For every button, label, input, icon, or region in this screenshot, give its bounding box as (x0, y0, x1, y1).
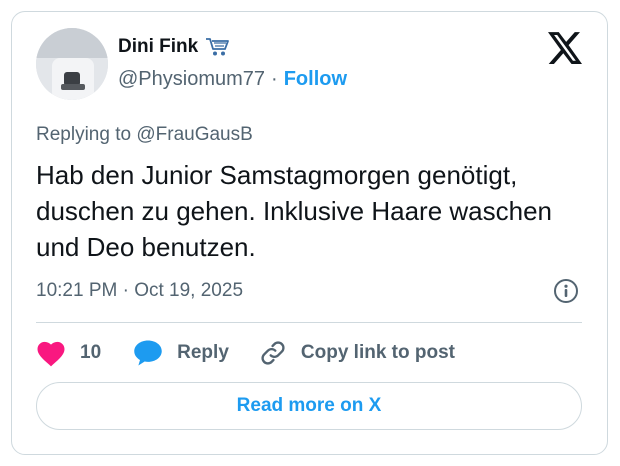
reply-context-prefix: Replying to (36, 124, 132, 145)
link-icon (261, 341, 285, 365)
read-more-label: Read more on X (236, 395, 382, 416)
post-text: Hab den Junior Samstagmorgen genötigt, d… (36, 160, 552, 262)
post-timestamp[interactable]: 10:21 PM · Oct 19, 2025 (36, 280, 243, 302)
heart-icon (37, 341, 65, 366)
author-handle-row: @Physiomum77 · Follow (118, 68, 347, 91)
shopping-cart-icon (204, 36, 230, 58)
post-actions: 10 Reply Copy link to post (36, 338, 455, 368)
reply-button[interactable]: Reply (133, 339, 229, 367)
author-name-row: Dini Fink (118, 36, 230, 58)
divider (36, 322, 582, 323)
follow-button[interactable]: Follow (284, 68, 347, 91)
author-handle[interactable]: @Physiomum77 (118, 68, 265, 91)
like-button[interactable]: 10 (36, 340, 101, 367)
speech-bubble-icon (134, 340, 162, 366)
copy-link-label: Copy link to post (300, 342, 455, 363)
read-more-button[interactable]: Read more on X (36, 382, 582, 430)
reply-label: Reply (177, 342, 229, 363)
copy-link-button[interactable]: Copy link to post (259, 339, 455, 367)
profile-photo (36, 28, 108, 100)
like-count: 10 (80, 342, 102, 363)
reply-mention-link[interactable]: @FrauGausB (136, 124, 252, 145)
reply-context: Replying to @FrauGausB (36, 124, 253, 146)
info-icon[interactable] (553, 278, 579, 304)
x-logo-icon[interactable] (548, 32, 582, 64)
avatar[interactable] (36, 28, 108, 100)
separator-dot: · (271, 68, 278, 90)
author-name[interactable]: Dini Fink (118, 36, 198, 58)
